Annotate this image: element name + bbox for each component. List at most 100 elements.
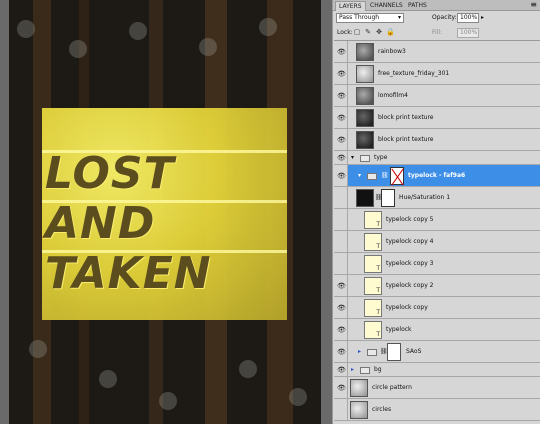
layer-name: rainbow3	[378, 47, 406, 55]
layer-row[interactable]: typelock copy 3	[334, 253, 540, 275]
expand-triangle-icon[interactable]: ▸	[358, 348, 361, 356]
eye-icon: 👁	[337, 69, 346, 78]
layer-name: typelock	[386, 325, 412, 333]
layer-thumbnail	[364, 232, 382, 251]
tab-channels[interactable]: CHANNELS	[367, 1, 406, 11]
visibility-toggle[interactable]: 👁	[334, 165, 348, 186]
visibility-toggle[interactable]	[334, 231, 348, 252]
layer-group-row[interactable]: 👁 ▾ type	[334, 151, 540, 165]
expand-triangle-icon[interactable]: ▾	[351, 154, 354, 162]
visibility-toggle[interactable]: 👁	[334, 341, 348, 362]
link-icon: ⛓	[381, 171, 389, 179]
eye-icon: 👁	[337, 113, 346, 122]
eye-icon: 👁	[337, 325, 346, 334]
adjustment-icon	[356, 188, 374, 207]
visibility-toggle[interactable]	[334, 253, 348, 274]
layer-row[interactable]: typelock copy 4	[334, 231, 540, 253]
panel-menu-icon[interactable]: ≡	[530, 0, 537, 9]
layer-thumbnail	[356, 86, 374, 105]
visibility-toggle[interactable]: 👁	[334, 107, 348, 128]
layer-name: typelock copy 3	[386, 259, 434, 267]
layer-name: circles	[372, 405, 392, 413]
layer-thumbnail	[364, 276, 382, 295]
circle-dot	[239, 360, 257, 378]
folder-icon	[367, 172, 377, 180]
eye-icon: 👁	[337, 383, 346, 392]
layer-row[interactable]: 👁 free_texture_friday_301	[334, 63, 540, 85]
visibility-toggle[interactable]: 👁	[334, 151, 348, 164]
visibility-toggle[interactable]: 👁	[334, 297, 348, 318]
layer-thumbnail	[356, 64, 374, 83]
eye-icon: 👁	[337, 365, 346, 374]
lock-position-icon[interactable]: ✥	[375, 28, 383, 36]
layer-row[interactable]: 👁 rainbow3	[334, 41, 540, 63]
visibility-toggle[interactable]	[334, 209, 348, 230]
opacity-input[interactable]: 100%	[457, 13, 479, 23]
opacity-label: Opacity:	[432, 14, 457, 21]
layer-name: Hue/Saturation 1	[399, 193, 451, 201]
lock-image-icon[interactable]: ✎	[364, 28, 372, 36]
layer-group-row[interactable]: 👁 ▸ bg	[334, 363, 540, 377]
tab-layers[interactable]: LAYERS	[335, 1, 366, 11]
lock-label: Lock:	[337, 29, 353, 36]
tab-paths[interactable]: PATHS	[405, 1, 430, 11]
visibility-toggle[interactable]: 👁	[334, 85, 348, 106]
artwork-image[interactable]: LOST AND TAKEN	[9, 0, 321, 424]
folder-icon	[367, 348, 377, 356]
folder-icon	[360, 154, 370, 162]
layer-row[interactable]: 👁 typelock copy	[334, 297, 540, 319]
circle-dot	[129, 22, 147, 40]
lock-all-icon[interactable]: 🔒	[386, 28, 395, 36]
layer-thumbnail	[364, 298, 382, 317]
eye-icon: 👁	[337, 347, 346, 356]
layer-thumbnail	[356, 108, 374, 127]
layer-group-row-selected[interactable]: 👁 ▾ ⛓ typelock - faf9a6	[334, 165, 540, 187]
layer-name: typelock copy 4	[386, 237, 434, 245]
layer-thumbnail	[350, 378, 368, 397]
expand-triangle-icon[interactable]: ▾	[358, 172, 361, 180]
circle-dot	[259, 18, 277, 36]
eye-icon: 👁	[337, 153, 346, 162]
layer-name: typelock copy 2	[386, 281, 434, 289]
opacity-slider-arrow-icon[interactable]: ▸	[481, 14, 484, 21]
layer-name: typelock copy 5	[386, 215, 434, 223]
fill-label: Fill:	[432, 29, 443, 36]
visibility-toggle[interactable]: 👁	[334, 319, 348, 340]
layer-thumbnail	[356, 42, 374, 61]
layer-row[interactable]: circles	[334, 399, 540, 421]
layer-row[interactable]: 👁 block print texture	[334, 129, 540, 151]
visibility-toggle[interactable]: 👁	[334, 275, 348, 296]
layer-name: bg	[374, 365, 382, 373]
layer-row[interactable]: 👁 typelock	[334, 319, 540, 341]
visibility-toggle[interactable]	[334, 187, 348, 208]
layer-group-row[interactable]: 👁 ▸ ⛓ SAoS	[334, 341, 540, 363]
expand-triangle-icon[interactable]: ▸	[351, 366, 354, 374]
layer-name: block print texture	[378, 135, 434, 143]
layers-panel: LAYERS CHANNELS PATHS ≡ Pass Through ▾ O…	[332, 0, 540, 424]
eye-icon: 👁	[337, 281, 346, 290]
layer-row[interactable]: 👁 block print texture	[334, 107, 540, 129]
visibility-toggle[interactable]: 👁	[334, 377, 348, 398]
visibility-toggle[interactable]	[334, 399, 348, 420]
layer-row[interactable]: 👁 lomofilm4	[334, 85, 540, 107]
visibility-toggle[interactable]: 👁	[334, 41, 348, 62]
artwork-text-line-2: AND	[45, 198, 156, 249]
visibility-toggle[interactable]: 👁	[334, 129, 348, 150]
lock-transparent-icon[interactable]: ▢	[353, 28, 361, 36]
layer-row[interactable]: 👁 typelock copy 2	[334, 275, 540, 297]
layers-list: 👁 rainbow3 👁 free_texture_friday_301 👁 l…	[334, 40, 540, 424]
vector-mask-thumbnail	[390, 166, 404, 185]
layer-row[interactable]: 👁 circle pattern	[334, 377, 540, 399]
fill-input[interactable]: 100%	[457, 28, 479, 38]
layer-row[interactable]: ⛓ Hue/Saturation 1	[334, 187, 540, 209]
document-canvas[interactable]: LOST AND TAKEN	[0, 0, 332, 424]
circle-dot	[289, 388, 307, 406]
visibility-toggle[interactable]: 👁	[334, 63, 348, 84]
visibility-toggle[interactable]: 👁	[334, 363, 348, 376]
folder-icon	[360, 366, 370, 374]
layer-name: free_texture_friday_301	[378, 69, 450, 77]
layer-name: typelock - faf9a6	[408, 171, 466, 179]
blend-mode-select[interactable]: Pass Through ▾	[336, 13, 404, 23]
layer-row[interactable]: typelock copy 5	[334, 209, 540, 231]
circle-dot	[29, 340, 47, 358]
